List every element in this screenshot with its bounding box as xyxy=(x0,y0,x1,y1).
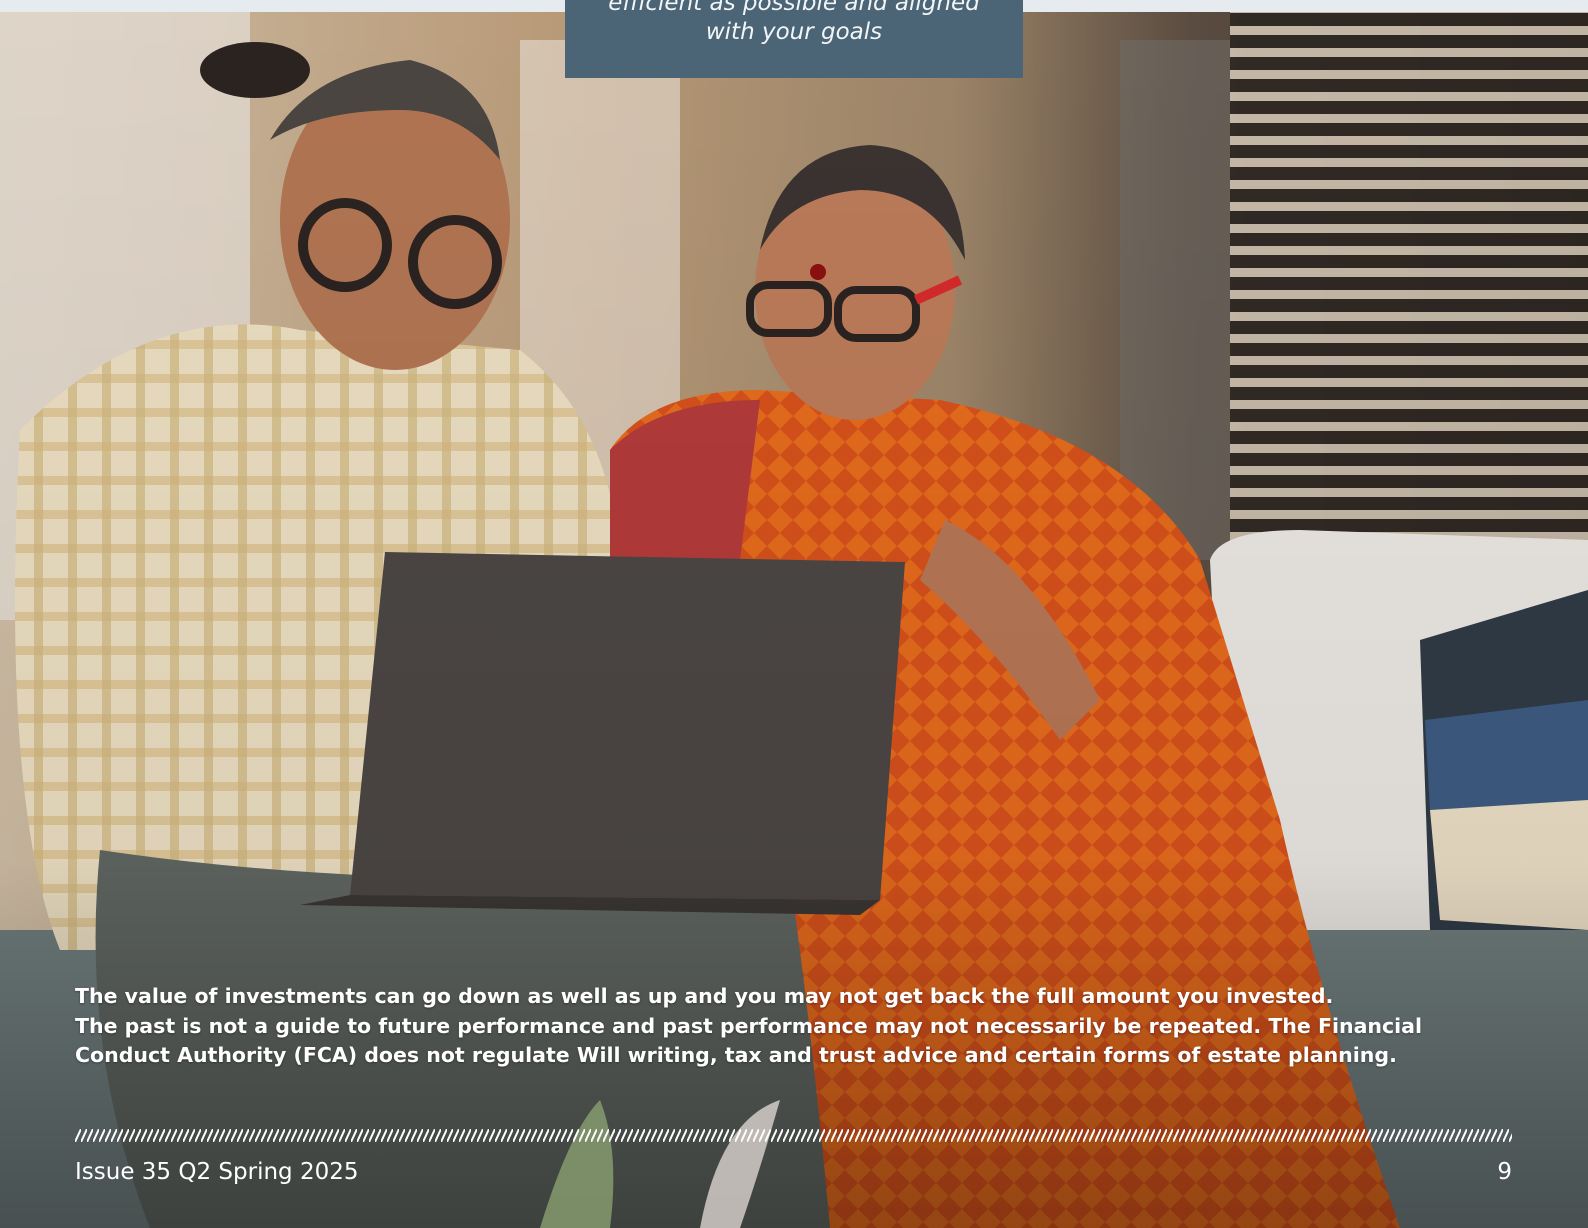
pull-quote-line-2: with your goals xyxy=(705,19,883,45)
pull-quote-line-1: efficient as possible and aligned xyxy=(608,0,980,16)
issue-label: Issue 35 Q2 Spring 2025 xyxy=(75,1159,359,1185)
disclaimer-line-1: The value of investments can go down as … xyxy=(75,984,1334,1008)
page-number: 9 xyxy=(1497,1159,1512,1185)
disclaimer-line-3: Conduct Authority (FCA) does not regulat… xyxy=(75,1043,1397,1067)
pull-quote-box: efficient as possible and aligned with y… xyxy=(565,0,1023,78)
disclaimer-line-2: The past is not a guide to future perfor… xyxy=(75,1013,1423,1038)
risk-disclaimer: The value of investments can go down as … xyxy=(75,982,1515,1071)
hatched-divider xyxy=(75,1129,1512,1142)
